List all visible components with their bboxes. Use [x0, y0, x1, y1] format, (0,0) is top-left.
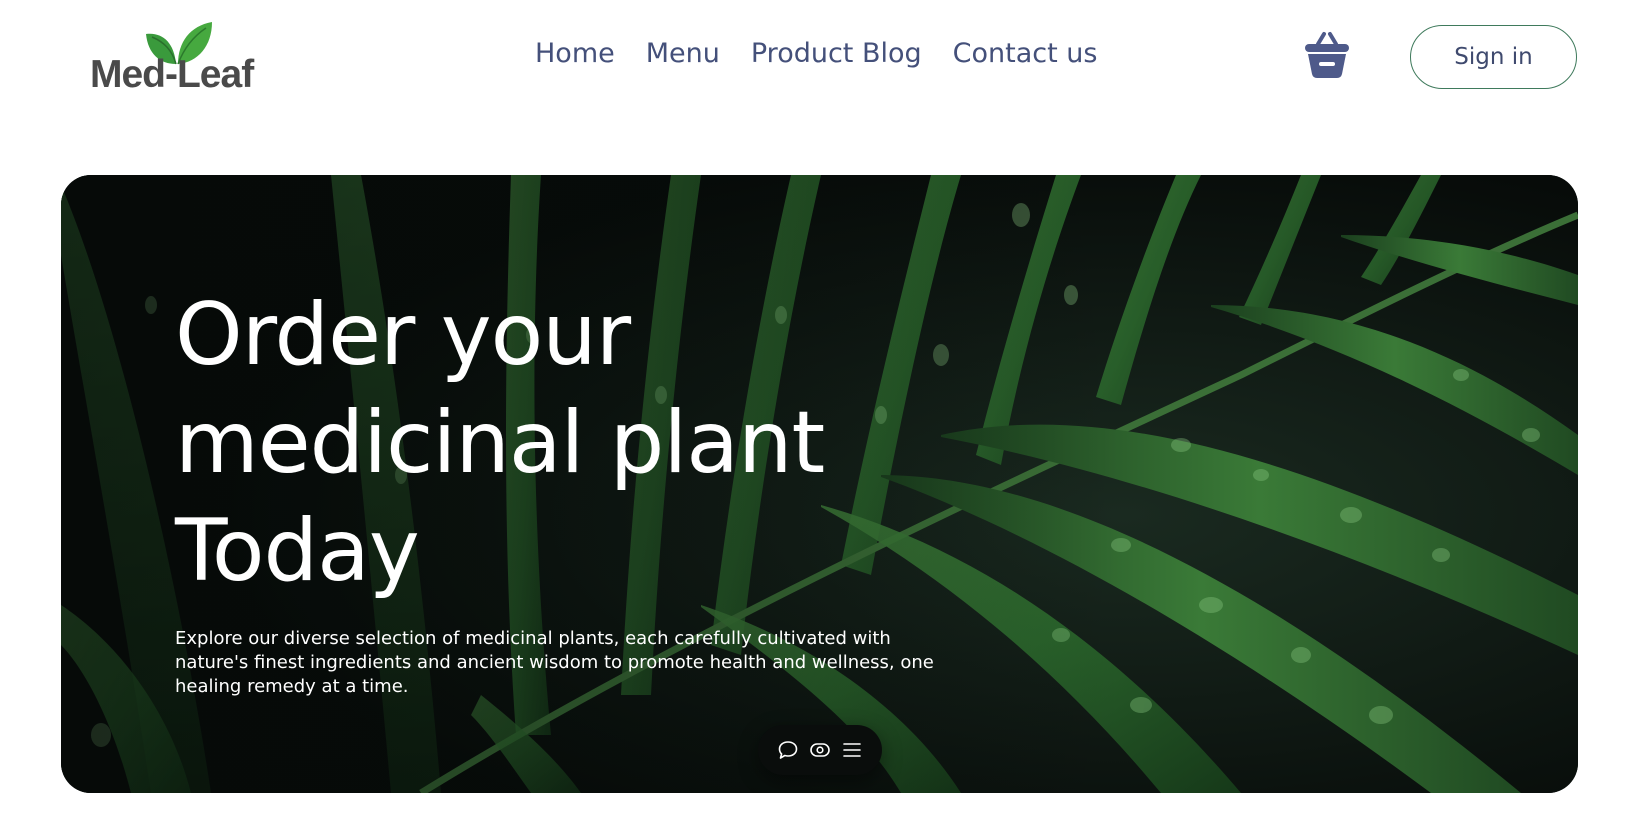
nav-menu[interactable]: Menu: [646, 38, 720, 69]
brand-name: Med-Leaf: [90, 53, 254, 96]
hero-title: Order your medicinal plant Today: [175, 281, 895, 605]
hero-title-line-2: medicinal plant: [175, 393, 825, 493]
menu-lines-icon[interactable]: [840, 738, 864, 762]
site-header: Med-Leaf Home Menu Product Blog Contact …: [0, 0, 1634, 120]
hero-description: Explore our diverse selection of medicin…: [175, 628, 934, 697]
sign-in-button[interactable]: Sign in: [1410, 25, 1577, 89]
hero-banner: Order your medicinal plant Today Explore…: [61, 175, 1578, 793]
nav-product-blog[interactable]: Product Blog: [751, 38, 922, 69]
nav-contact-us[interactable]: Contact us: [953, 38, 1098, 69]
nav-home[interactable]: Home: [535, 38, 615, 69]
cart-button[interactable]: [1302, 30, 1352, 80]
chat-bubble-icon[interactable]: [776, 738, 800, 762]
hero-title-line-1: Order your: [175, 285, 631, 385]
main-nav: Home Menu Product Blog Contact us: [535, 38, 1097, 69]
floating-toolbar: [758, 725, 882, 775]
shopping-basket-icon: [1305, 32, 1349, 78]
brand-logo[interactable]: Med-Leaf: [90, 20, 265, 96]
eye-icon[interactable]: [808, 738, 832, 762]
hero-title-line-3: Today: [175, 501, 420, 601]
